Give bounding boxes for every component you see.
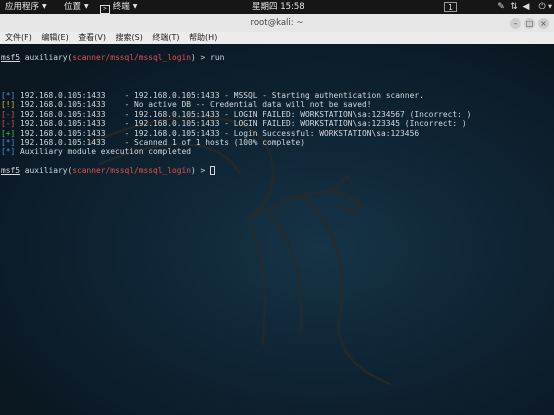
status-tag: [*] xyxy=(1,91,16,101)
output-line: [*] 192.168.0.105:1433 - 192.168.0.105:1… xyxy=(1,91,471,100)
status-tag: [*] xyxy=(1,147,16,157)
prompt-module-open: auxiliary( xyxy=(20,53,73,63)
output-text: 192.168.0.105:1433 - Scanned 1 of 1 host… xyxy=(15,138,306,148)
clock[interactable]: 星期四 15:58 xyxy=(252,0,305,14)
chevron-down-icon: ▼ xyxy=(132,3,138,10)
status-tag: [-] xyxy=(1,119,16,129)
text-cursor[interactable] xyxy=(210,166,216,176)
status-tag: [-] xyxy=(1,109,16,119)
output-line: [+] 192.168.0.105:1433 - 192.168.0.105:1… xyxy=(1,129,471,138)
output-line: [-] 192.168.0.105:1433 - 192.168.0.105:1… xyxy=(1,119,471,128)
close-button[interactable]: × xyxy=(538,18,549,29)
prompt-module-open: auxiliary( xyxy=(20,166,73,176)
window-title: root@kali: ~ xyxy=(250,18,304,28)
maximize-button[interactable]: □ xyxy=(524,18,535,29)
output-line: [!] 192.168.0.105:1433 - No active DB --… xyxy=(1,100,471,109)
output-text: 192.168.0.105:1433 - 192.168.0.105:1433 … xyxy=(15,109,472,119)
menu-file[interactable]: 文件(F) xyxy=(5,33,32,42)
status-tag: [+] xyxy=(1,128,16,138)
command-text: run xyxy=(210,53,225,63)
menu-edit[interactable]: 编辑(E) xyxy=(41,33,68,42)
menu-view[interactable]: 查看(V) xyxy=(78,33,106,42)
output-text: 192.168.0.105:1433 - 192.168.0.105:1433 … xyxy=(15,128,420,138)
terminal-area[interactable]: msf5 auxiliary(scanner/mssql/mssql_login… xyxy=(0,44,554,415)
prompt-module-close: ) > xyxy=(191,53,211,63)
chevron-down-icon[interactable]: ▼ xyxy=(545,2,554,12)
top-panel: 应用程序 ▼ 位置 ▼ > 终端 ▼ 星期四 15:58 1 ✎ ⇅ ◀ ⏻ ▼ xyxy=(0,0,554,14)
menu-bar: 文件(F) 编辑(E) 查看(V) 搜索(S) 终端(T) 帮助(H) xyxy=(0,32,554,44)
menu-terminal[interactable]: 终端(T) xyxy=(152,33,179,42)
status-tag: [*] xyxy=(1,138,16,148)
tools-icon[interactable]: ✎ xyxy=(496,2,506,12)
terminal-icon: > xyxy=(100,5,110,14)
terminal-output: msf5 auxiliary(scanner/mssql/mssql_login… xyxy=(1,44,471,195)
prompt-module-close: ) > xyxy=(191,166,211,176)
output-line: [-] 192.168.0.105:1433 - 192.168.0.105:1… xyxy=(1,110,471,119)
status-tag: [!] xyxy=(1,100,16,110)
places-menu[interactable]: 位置 ▼ xyxy=(64,0,89,14)
network-icon[interactable]: ⇅ xyxy=(509,2,519,12)
prompt-module: scanner/mssql/mssql_login xyxy=(72,53,192,63)
output-text: Auxiliary module execution completed xyxy=(15,147,192,157)
output-text: 192.168.0.105:1433 - 192.168.0.105:1433 … xyxy=(15,91,424,101)
workspace-indicator[interactable]: 1 xyxy=(444,2,457,12)
window-titlebar[interactable]: root@kali: ~ – □ × xyxy=(0,14,554,33)
terminal-app-menu[interactable]: > 终端 ▼ xyxy=(100,0,137,14)
output-text: 192.168.0.105:1433 - 192.168.0.105:1433 … xyxy=(15,119,467,129)
prompt-prefix: msf5 xyxy=(1,53,21,63)
chevron-down-icon: ▼ xyxy=(42,3,47,10)
prompt-module: scanner/mssql/mssql_login xyxy=(72,166,192,176)
output-text: 192.168.0.105:1433 - No active DB -- Cre… xyxy=(15,100,372,110)
volume-icon[interactable]: ◀ xyxy=(521,2,531,12)
applications-menu[interactable]: 应用程序 ▼ xyxy=(5,0,47,14)
prompt-line: msf5 auxiliary(scanner/mssql/mssql_login… xyxy=(1,166,471,176)
prompt-prefix: msf5 xyxy=(1,166,21,176)
menu-help[interactable]: 帮助(H) xyxy=(189,33,217,42)
output-line: [*] 192.168.0.105:1433 - Scanned 1 of 1 … xyxy=(1,138,471,147)
menu-search[interactable]: 搜索(S) xyxy=(116,33,143,42)
minimize-button[interactable]: – xyxy=(510,18,521,29)
output-line: [*] Auxiliary module execution completed xyxy=(1,147,471,156)
chevron-down-icon: ▼ xyxy=(84,3,89,10)
prompt-line: msf5 auxiliary(scanner/mssql/mssql_login… xyxy=(1,53,471,62)
